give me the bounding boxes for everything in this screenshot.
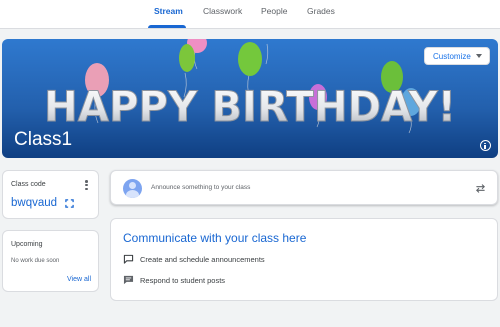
class-code-title: Class code xyxy=(11,181,46,188)
comment-icon xyxy=(123,275,134,285)
communicate-title: Communicate with your class here xyxy=(123,231,307,245)
communicate-item-label: Create and schedule announcements xyxy=(140,254,265,264)
more-options-icon[interactable] xyxy=(85,180,88,191)
view-all-link[interactable]: View all xyxy=(67,276,91,283)
tab-grades[interactable]: Grades xyxy=(307,6,335,16)
class-code-card: Class code bwqvaud xyxy=(2,170,99,219)
communicate-item-label: Respond to student posts xyxy=(140,275,226,285)
dropdown-caret-icon xyxy=(476,54,482,58)
balloon-green-left xyxy=(179,44,195,72)
active-tab-indicator xyxy=(148,25,186,28)
upcoming-empty-text: No work due soon xyxy=(11,258,60,264)
class-banner: HAPPY BIRTHDAY! Customize Class1 xyxy=(2,39,498,158)
communicate-card: Communicate with your class here Create … xyxy=(110,218,498,301)
customize-button[interactable]: Customize xyxy=(424,47,490,65)
avatar xyxy=(123,179,142,198)
customize-label: Customize xyxy=(433,51,471,61)
announcement-icon xyxy=(123,254,134,264)
announce-placeholder[interactable]: Announce something to your class xyxy=(151,184,250,191)
tab-stream[interactable]: Stream xyxy=(154,6,183,16)
info-icon[interactable] xyxy=(480,140,491,151)
upcoming-title: Upcoming xyxy=(11,241,43,248)
list-item: Create and schedule announcements xyxy=(123,254,265,264)
tab-classwork[interactable]: Classwork xyxy=(203,6,242,16)
announce-box[interactable]: Announce something to your class xyxy=(110,170,498,205)
banner-headline: HAPPY BIRTHDAY! xyxy=(44,82,456,131)
upcoming-card: Upcoming No work due soon View all xyxy=(2,230,99,292)
repost-icon[interactable] xyxy=(475,183,486,194)
tab-people[interactable]: People xyxy=(261,6,287,16)
fullscreen-icon[interactable] xyxy=(65,199,74,208)
list-item: Respond to student posts xyxy=(123,275,225,285)
class-title: Class1 xyxy=(14,129,73,150)
balloon-green-center xyxy=(238,42,262,76)
class-code-value: bwqvaud xyxy=(11,197,58,209)
top-nav-bar: Stream Classwork People Grades xyxy=(0,0,500,29)
